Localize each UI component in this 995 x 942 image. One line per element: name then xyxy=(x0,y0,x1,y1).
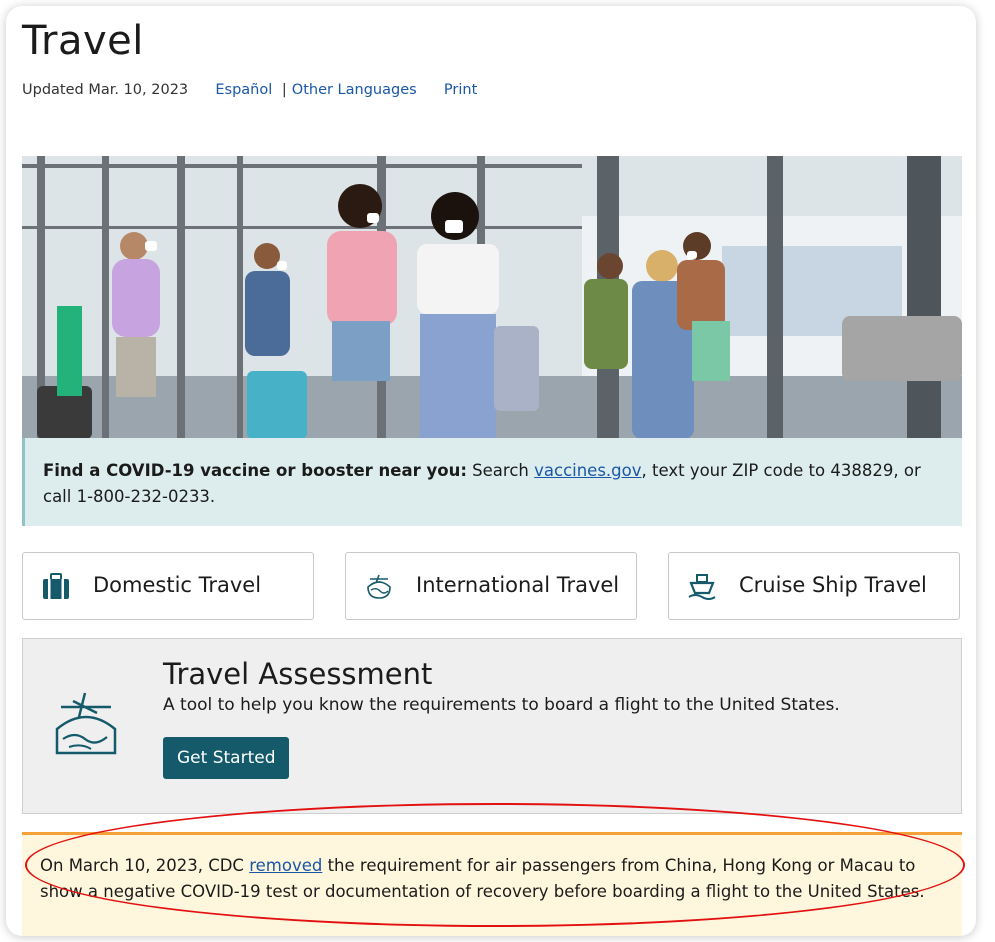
tile-domestic-travel[interactable]: Domestic Travel xyxy=(22,552,314,620)
tile-label: International Travel xyxy=(416,573,620,597)
print-link[interactable]: Print xyxy=(444,82,477,98)
assessment-title: Travel Assessment xyxy=(163,657,433,691)
vaccine-banner: Find a COVID-19 vaccine or booster near … xyxy=(22,438,962,526)
tile-label: Domestic Travel xyxy=(93,573,262,597)
other-languages-link[interactable]: Other Languages xyxy=(292,82,417,98)
tile-international-travel[interactable]: International Travel xyxy=(345,552,637,620)
plane-globe-icon xyxy=(364,573,394,601)
vaccines-gov-link[interactable]: vaccines.gov xyxy=(534,461,641,480)
tile-cruise-ship-travel[interactable]: Cruise Ship Travel xyxy=(668,552,960,620)
get-started-button[interactable]: Get Started xyxy=(163,737,290,779)
language-separator: | xyxy=(281,82,287,98)
page-card: Travel Updated Mar. 10, 2023 Español | Ot… xyxy=(6,6,976,936)
suitcase-icon xyxy=(41,573,71,601)
policy-alert: On March 10, 2023, CDC removed the requi… xyxy=(22,832,962,936)
hero-image xyxy=(22,156,962,439)
alert-text-before: On March 10, 2023, CDC xyxy=(40,856,250,875)
travel-assessment-panel: Travel Assessment A tool to help you kno… xyxy=(22,638,962,814)
updated-date: Updated Mar. 10, 2023 xyxy=(22,82,189,98)
tile-label: Cruise Ship Travel xyxy=(739,573,927,597)
plane-globe-icon xyxy=(51,687,121,759)
page-title: Travel xyxy=(22,18,144,64)
travelers-photo xyxy=(22,156,962,439)
assessment-description: A tool to help you know the requirements… xyxy=(163,695,840,715)
ship-icon xyxy=(687,573,717,601)
page-meta: Updated Mar. 10, 2023 Español | Other Lan… xyxy=(22,82,477,98)
removed-link[interactable]: removed xyxy=(249,856,322,875)
espanol-link[interactable]: Español xyxy=(215,82,272,98)
banner-text-before: Search xyxy=(466,461,535,480)
banner-lead: Find a COVID-19 vaccine or booster near … xyxy=(43,461,467,480)
